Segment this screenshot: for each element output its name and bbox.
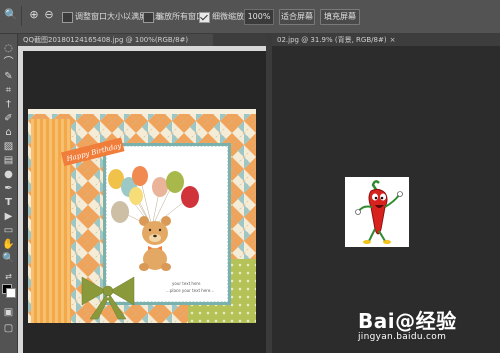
vertical-ruler: [18, 46, 23, 353]
card-line2: ...place your text here...: [166, 288, 214, 293]
stripe-panel: [31, 119, 71, 323]
marquee-tool-icon[interactable]: ◌: [2, 42, 15, 55]
dodge-tool-icon[interactable]: ●: [2, 168, 15, 181]
tab-right-title: 02.jpg @ 31.9% (背景, RGB/8#): [277, 36, 387, 44]
options-bar: 🔍 ⊕ ⊖ 调整窗口大小以满屏显示 缩放所有窗口 细微缩放 100% 适合屏幕 …: [0, 0, 500, 34]
tab-right-document[interactable]: 02.jpg @ 31.9% (背景, RGB/8#) ×: [272, 34, 397, 46]
scrubby-zoom-label: 细微缩放: [212, 12, 244, 21]
watermark-url: jingyan.baidu.com: [358, 332, 447, 342]
zoom-out-icon[interactable]: ⊖: [42, 8, 56, 22]
background-color-swatch[interactable]: [6, 288, 16, 298]
zoom-tool-side-icon[interactable]: 🔍: [2, 252, 15, 265]
zoom-tool-icon[interactable]: 🔍: [4, 8, 18, 22]
tools-panel: ◌ ⌒ ✎ ⌗ † ✐ ⌂ ▨ ▤ ● ✒ T ▶ ▭ ✋ 🔍 ⇄ ▣ ▢: [0, 34, 18, 353]
quick-select-tool-icon[interactable]: ✎: [2, 70, 15, 83]
tab-left-title: QQ截图20180124165408.jpg @ 100%(RGB/8#): [23, 36, 189, 44]
resize-windows-checkbox[interactable]: [62, 12, 73, 23]
eraser-tool-icon[interactable]: ▨: [2, 140, 15, 153]
card-line1: your text here: [172, 281, 201, 286]
horizontal-ruler: [18, 46, 266, 51]
separator: [21, 6, 22, 26]
tab-left-document[interactable]: QQ截图20180124165408.jpg @ 100%(RGB/8#): [18, 34, 213, 46]
gradient-tool-icon[interactable]: ▤: [2, 154, 15, 167]
path-select-tool-icon[interactable]: ▶: [2, 210, 15, 223]
type-tool-icon[interactable]: T: [2, 196, 15, 209]
lasso-tool-icon[interactable]: ⌒: [2, 56, 15, 69]
card-illustration: Happy Birthday your text here ...place y…: [28, 109, 256, 323]
zoom-all-windows-label: 缩放所有窗口: [156, 12, 204, 21]
hand-tool-icon[interactable]: ✋: [2, 238, 15, 251]
rectangle-tool-icon[interactable]: ▭: [2, 224, 15, 237]
screen-mode-icon[interactable]: ▢: [2, 322, 15, 335]
scrubby-zoom-checkbox[interactable]: [199, 12, 210, 23]
zoom-100-button[interactable]: 100%: [244, 9, 274, 25]
birthday-card-image: Happy Birthday your text here ...place y…: [28, 109, 256, 323]
stamp-tool-icon[interactable]: ⌂: [2, 126, 15, 139]
baidu-watermark: Bai@经验 jingyan.baidu.com: [358, 305, 457, 342]
zoom-in-icon[interactable]: ⊕: [27, 8, 41, 22]
close-icon[interactable]: ×: [390, 36, 396, 44]
pepper-image: [345, 177, 409, 247]
swap-colors-icon[interactable]: ⇄: [2, 270, 15, 283]
pen-tool-icon[interactable]: ✒: [2, 182, 15, 195]
zoom-all-windows-checkbox[interactable]: [143, 12, 154, 23]
quick-mask-icon[interactable]: ▣: [2, 306, 15, 319]
crop-tool-icon[interactable]: ⌗: [2, 84, 15, 97]
chili-pepper-illustration: [355, 180, 403, 244]
brush-tool-icon[interactable]: ✐: [2, 112, 15, 125]
eyedropper-tool-icon[interactable]: †: [2, 98, 15, 111]
watermark-logo: Bai@经验: [358, 309, 457, 333]
fit-screen-button[interactable]: 适合屏幕: [279, 9, 315, 25]
fill-screen-button[interactable]: 填充屏幕: [320, 9, 360, 25]
